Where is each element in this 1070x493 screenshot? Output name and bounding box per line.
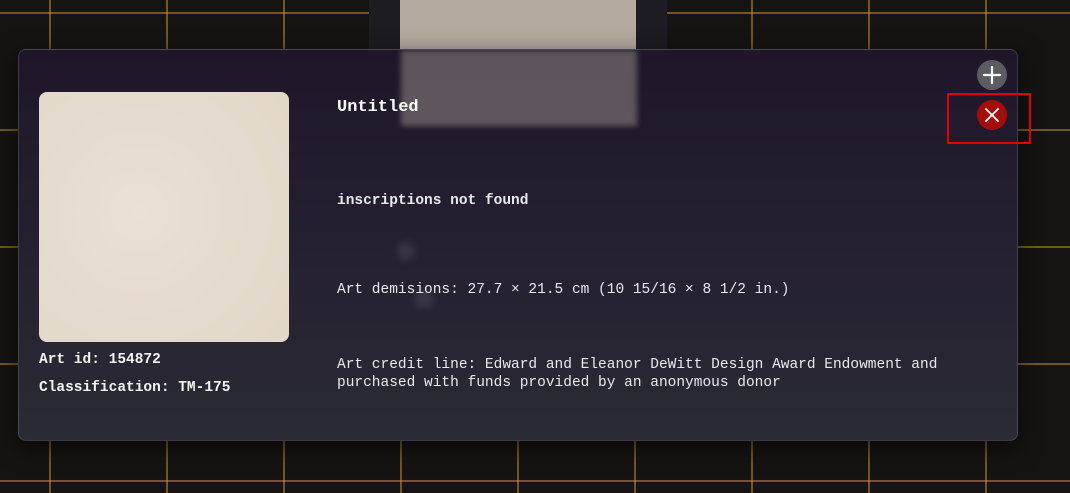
add-button[interactable] <box>977 60 1007 90</box>
plus-icon <box>982 65 1002 85</box>
background-artwork-image <box>400 0 636 50</box>
credit-line-text: Art credit line: Edward and Eleanor DeWi… <box>337 357 938 391</box>
art-id: Art id: 154872 <box>39 352 161 368</box>
classification: Classification: TM-175 <box>39 380 231 396</box>
inscriptions-text: inscriptions not found <box>337 193 529 209</box>
dimensions-text: Art demisions: 27.7 × 21.5 cm (10 15/16 … <box>337 282 790 298</box>
close-button-highlight <box>947 93 1031 144</box>
artwork-image <box>39 92 289 342</box>
reflected-artwork-ghost <box>401 50 637 126</box>
artwork-detail-modal: Art id: 154872 Classification: TM-175 Un… <box>18 49 1018 441</box>
artwork-title: Untitled <box>337 98 419 117</box>
ghost-spot <box>397 242 415 260</box>
background-artwork-frame <box>369 0 667 50</box>
